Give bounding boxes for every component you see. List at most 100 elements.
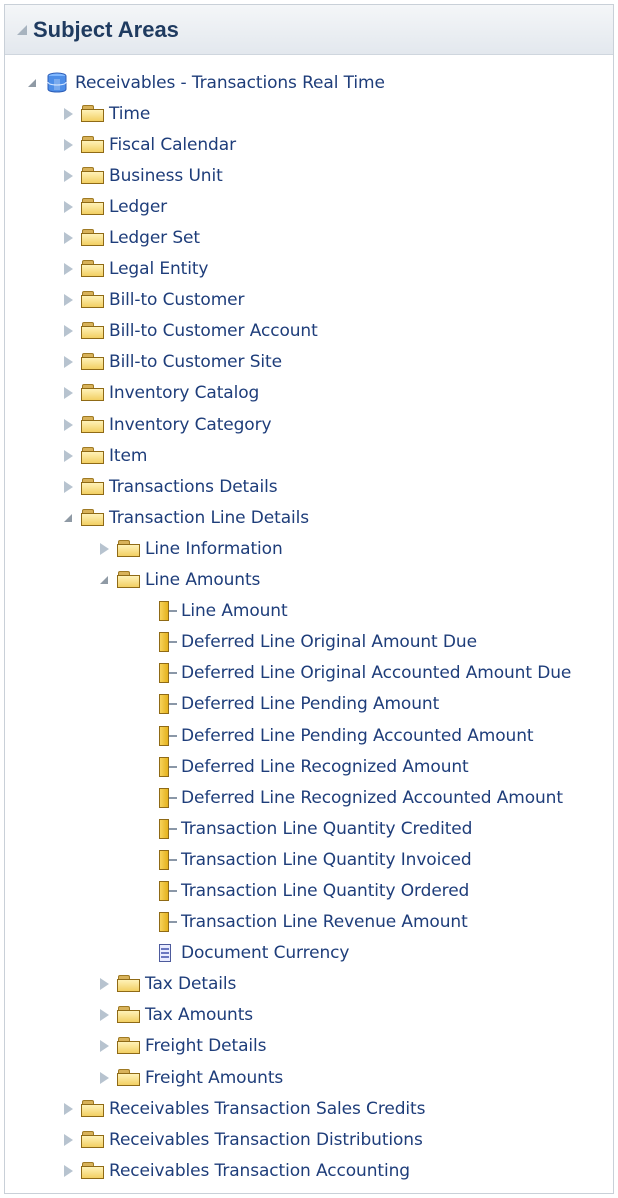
expand-icon[interactable] [61,1102,75,1116]
tree-node-measure[interactable]: Transaction Line Revenue Amount [5,907,613,938]
tree-node-label: Transaction Line Revenue Amount [181,912,468,933]
tree-node-folder[interactable]: Bill-to Customer Site [5,347,613,378]
tree-node-label: Line Amount [181,601,288,622]
tree-node-folder[interactable]: Inventory Category [5,409,613,440]
tree-node-folder[interactable]: Line Amounts [5,565,613,596]
folder-icon [81,446,105,465]
tree-node-measure[interactable]: Deferred Line Original Accounted Amount … [5,658,613,689]
tree-node-measure[interactable]: Deferred Line Pending Accounted Amount [5,720,613,751]
tree-node-folder[interactable]: Tax Details [5,969,613,1000]
tree-node-label: Bill-to Customer Account [109,321,318,342]
measure-icon [159,694,177,715]
tree-node-label: Receivables Transaction Accounting [109,1160,410,1181]
tree-node-measure[interactable]: Deferred Line Recognized Amount [5,751,613,782]
expand-icon[interactable] [61,262,75,276]
expand-icon[interactable] [97,977,111,991]
collapse-icon[interactable] [25,76,39,90]
tree-node-folder[interactable]: Receivables Transaction Distributions [5,1124,613,1155]
expand-icon[interactable] [61,449,75,463]
collapse-panel-icon[interactable] [17,24,27,35]
tree-node-folder[interactable]: Transaction Line Details [5,502,613,533]
expand-icon[interactable] [97,1039,111,1053]
tree-node-label: Transaction Line Quantity Credited [181,818,473,839]
expand-icon[interactable] [61,324,75,338]
expand-icon[interactable] [61,231,75,245]
tree-node-label: Tax Amounts [145,1005,254,1026]
measure-icon [159,880,177,901]
measure-icon [159,756,177,777]
tree-node-folder[interactable]: Tax Amounts [5,1000,613,1031]
tree-node-folder[interactable]: Receivables Transaction Accounting [5,1155,613,1186]
panel-header[interactable]: Subject Areas [5,5,613,55]
expand-icon[interactable] [61,386,75,400]
folder-icon [81,229,105,247]
folder-icon [81,353,105,371]
folder-icon [81,166,105,185]
tree-node-attribute[interactable]: Document Currency [5,938,613,969]
panel-title: Subject Areas [33,16,179,42]
folder-icon [81,1130,105,1149]
tree-node-measure[interactable]: Deferred Line Pending Amount [5,689,613,720]
tree-node-folder[interactable]: Inventory Catalog [5,378,613,409]
folder-icon [117,1037,141,1055]
tree-node-label: Time [109,103,151,124]
tree-node-label: Freight Details [145,1036,267,1057]
expand-icon[interactable] [61,480,75,494]
tree-node-label: Business Unit [109,165,223,186]
folder-icon [81,477,105,496]
tree-node-measure[interactable]: Deferred Line Original Amount Due [5,627,613,658]
expand-icon[interactable] [97,542,111,556]
folder-icon [81,104,105,123]
tree-node-label: Fiscal Calendar [109,134,236,155]
expand-icon[interactable] [97,1008,111,1022]
expand-icon[interactable] [61,200,75,214]
tree-node-folder[interactable]: Ledger Set [5,222,613,253]
tree-node-label: Inventory Category [109,414,272,435]
tree-node-folder[interactable]: Bill-to Customer Account [5,316,613,347]
tree-node-folder[interactable]: Item [5,440,613,471]
tree-node-label: Legal Entity [109,259,209,280]
tree-node-folder[interactable]: Freight Amounts [5,1062,613,1093]
expand-icon[interactable] [61,138,75,152]
tree-node-measure[interactable]: Deferred Line Recognized Accounted Amoun… [5,782,613,813]
tree-node-label: Deferred Line Original Amount Due [181,632,477,653]
folder-icon [117,539,141,558]
expand-icon[interactable] [61,107,75,121]
database-icon [47,72,67,93]
tree-node-root[interactable]: Receivables - Transactions Real Time [5,67,613,98]
expand-icon[interactable] [61,355,75,369]
tree-node-label: Deferred Line Recognized Accounted Amoun… [181,787,563,808]
tree-node-measure[interactable]: Transaction Line Quantity Credited [5,813,613,844]
tree-node-folder[interactable]: Legal Entity [5,254,613,285]
tree-node-measure[interactable]: Line Amount [5,596,613,627]
tree-node-folder[interactable]: Bill-to Customer [5,285,613,316]
tree-node-folder[interactable]: Ledger [5,191,613,222]
tree-node-measure[interactable]: Transaction Line Quantity Invoiced [5,844,613,875]
expand-icon[interactable] [61,1164,75,1178]
expand-icon[interactable] [61,293,75,307]
tree-node-label: Receivables Transaction Distributions [109,1129,423,1150]
folder-icon [117,975,141,993]
tree-node-measure[interactable]: Transaction Line Quantity Ordered [5,875,613,906]
expand-icon[interactable] [61,169,75,183]
tree-node-label: Transaction Line Quantity Ordered [181,880,470,901]
tree-node-folder[interactable]: Freight Details [5,1031,613,1062]
collapse-icon[interactable] [97,573,111,587]
tree-node-label: Line Information [145,538,283,559]
folder-icon [117,571,141,589]
tree-node-folder[interactable]: Receivables Transaction Sales Credits [5,1093,613,1124]
tree-node-folder[interactable]: Fiscal Calendar [5,129,613,160]
expand-icon[interactable] [61,1133,75,1147]
tree-node-label: Transactions Details [109,476,278,497]
tree-node-label: Line Amounts [145,570,261,591]
tree-node-label: Transaction Line Quantity Invoiced [181,849,472,870]
folder-icon [117,1006,141,1024]
tree-node-folder[interactable]: Transactions Details [5,471,613,502]
collapse-icon[interactable] [61,511,75,525]
tree-node-folder[interactable]: Line Information [5,533,613,564]
tree-node-label: Bill-to Customer Site [109,352,282,373]
expand-icon[interactable] [61,418,75,432]
tree-node-folder[interactable]: Business Unit [5,160,613,191]
tree-node-folder[interactable]: Time [5,98,613,129]
expand-icon[interactable] [97,1071,111,1085]
